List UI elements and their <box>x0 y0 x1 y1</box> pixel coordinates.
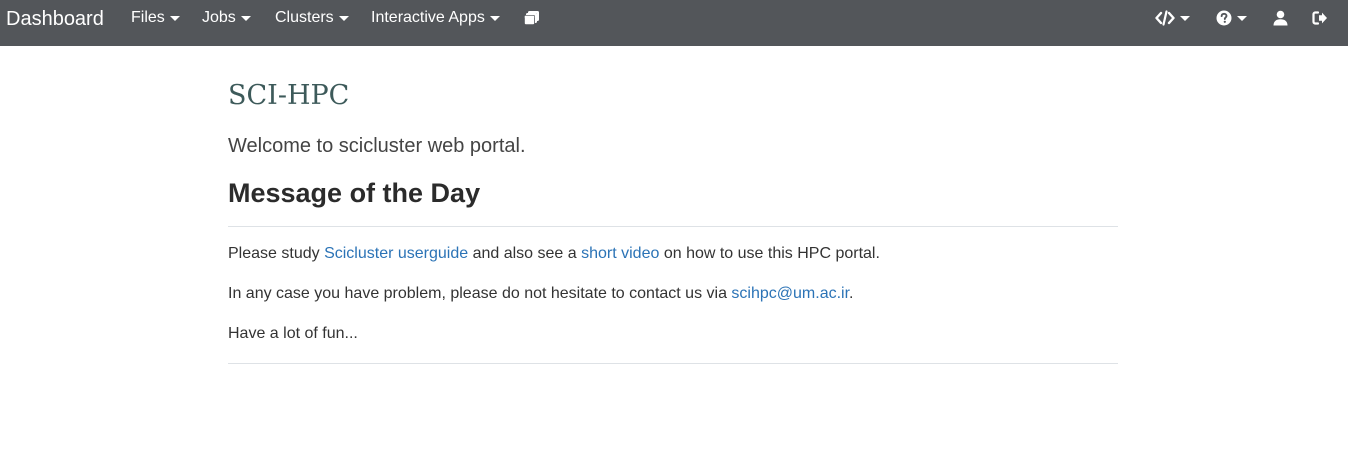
sessions-icon <box>524 11 539 25</box>
user-icon <box>1273 10 1288 26</box>
code-icon <box>1155 10 1175 26</box>
chevron-down-icon <box>240 16 251 21</box>
chevron-down-icon <box>338 16 349 21</box>
welcome-text: Welcome to scicluster web portal. <box>228 135 526 157</box>
contact-email-link[interactable]: scihpc@um.ac.ir <box>731 285 849 302</box>
motd-line-1-text-b: and also see a <box>468 245 582 262</box>
chevron-down-icon <box>489 16 500 21</box>
chevron-down-icon <box>169 16 180 21</box>
motd-line-2: In any case you have problem, please do … <box>228 284 853 304</box>
clusters-menu-label: Clusters <box>275 9 334 26</box>
user-menu-button[interactable] <box>1273 0 1288 36</box>
site-title: SCI-HPC <box>228 80 350 111</box>
interactive-apps-menu[interactable]: Interactive Apps <box>371 0 500 36</box>
jobs-menu[interactable]: Jobs <box>202 0 251 36</box>
clusters-menu[interactable]: Clusters <box>275 0 349 36</box>
my-sessions-button[interactable] <box>523 0 540 36</box>
logout-button[interactable] <box>1312 0 1328 36</box>
motd-heading: Message of the Day <box>228 178 481 208</box>
motd-line-2-text-a: In any case you have problem, please do … <box>228 285 732 302</box>
files-menu-label: Files <box>131 9 165 26</box>
motd-line-1-text-a: Please study <box>228 245 325 262</box>
short-video-link[interactable]: short video <box>581 245 659 262</box>
motd-top-divider <box>228 226 1118 227</box>
develop-menu[interactable] <box>1155 0 1190 36</box>
files-menu[interactable]: Files <box>131 0 180 36</box>
userguide-link[interactable]: Scicluster userguide <box>324 245 468 262</box>
motd-bottom-divider <box>228 363 1118 364</box>
chevron-down-icon <box>1180 16 1190 21</box>
dashboard-brand-link[interactable]: Dashboard <box>6 7 104 31</box>
interactive-apps-menu-label: Interactive Apps <box>371 9 485 26</box>
help-menu[interactable] <box>1216 0 1247 36</box>
motd-line-1-text-c: on how to use this HPC portal. <box>659 245 880 262</box>
top-navbar: Dashboard Files Jobs Clusters Interactiv… <box>0 0 1348 46</box>
help-icon <box>1216 10 1232 26</box>
chevron-down-icon <box>1237 16 1247 21</box>
motd-line-1: Please study Scicluster userguide and al… <box>228 244 880 264</box>
jobs-menu-label: Jobs <box>202 9 236 26</box>
motd-line-3: Have a lot of fun... <box>228 325 358 342</box>
motd-line-2-text-b: . <box>849 285 854 302</box>
logout-icon <box>1312 11 1327 25</box>
